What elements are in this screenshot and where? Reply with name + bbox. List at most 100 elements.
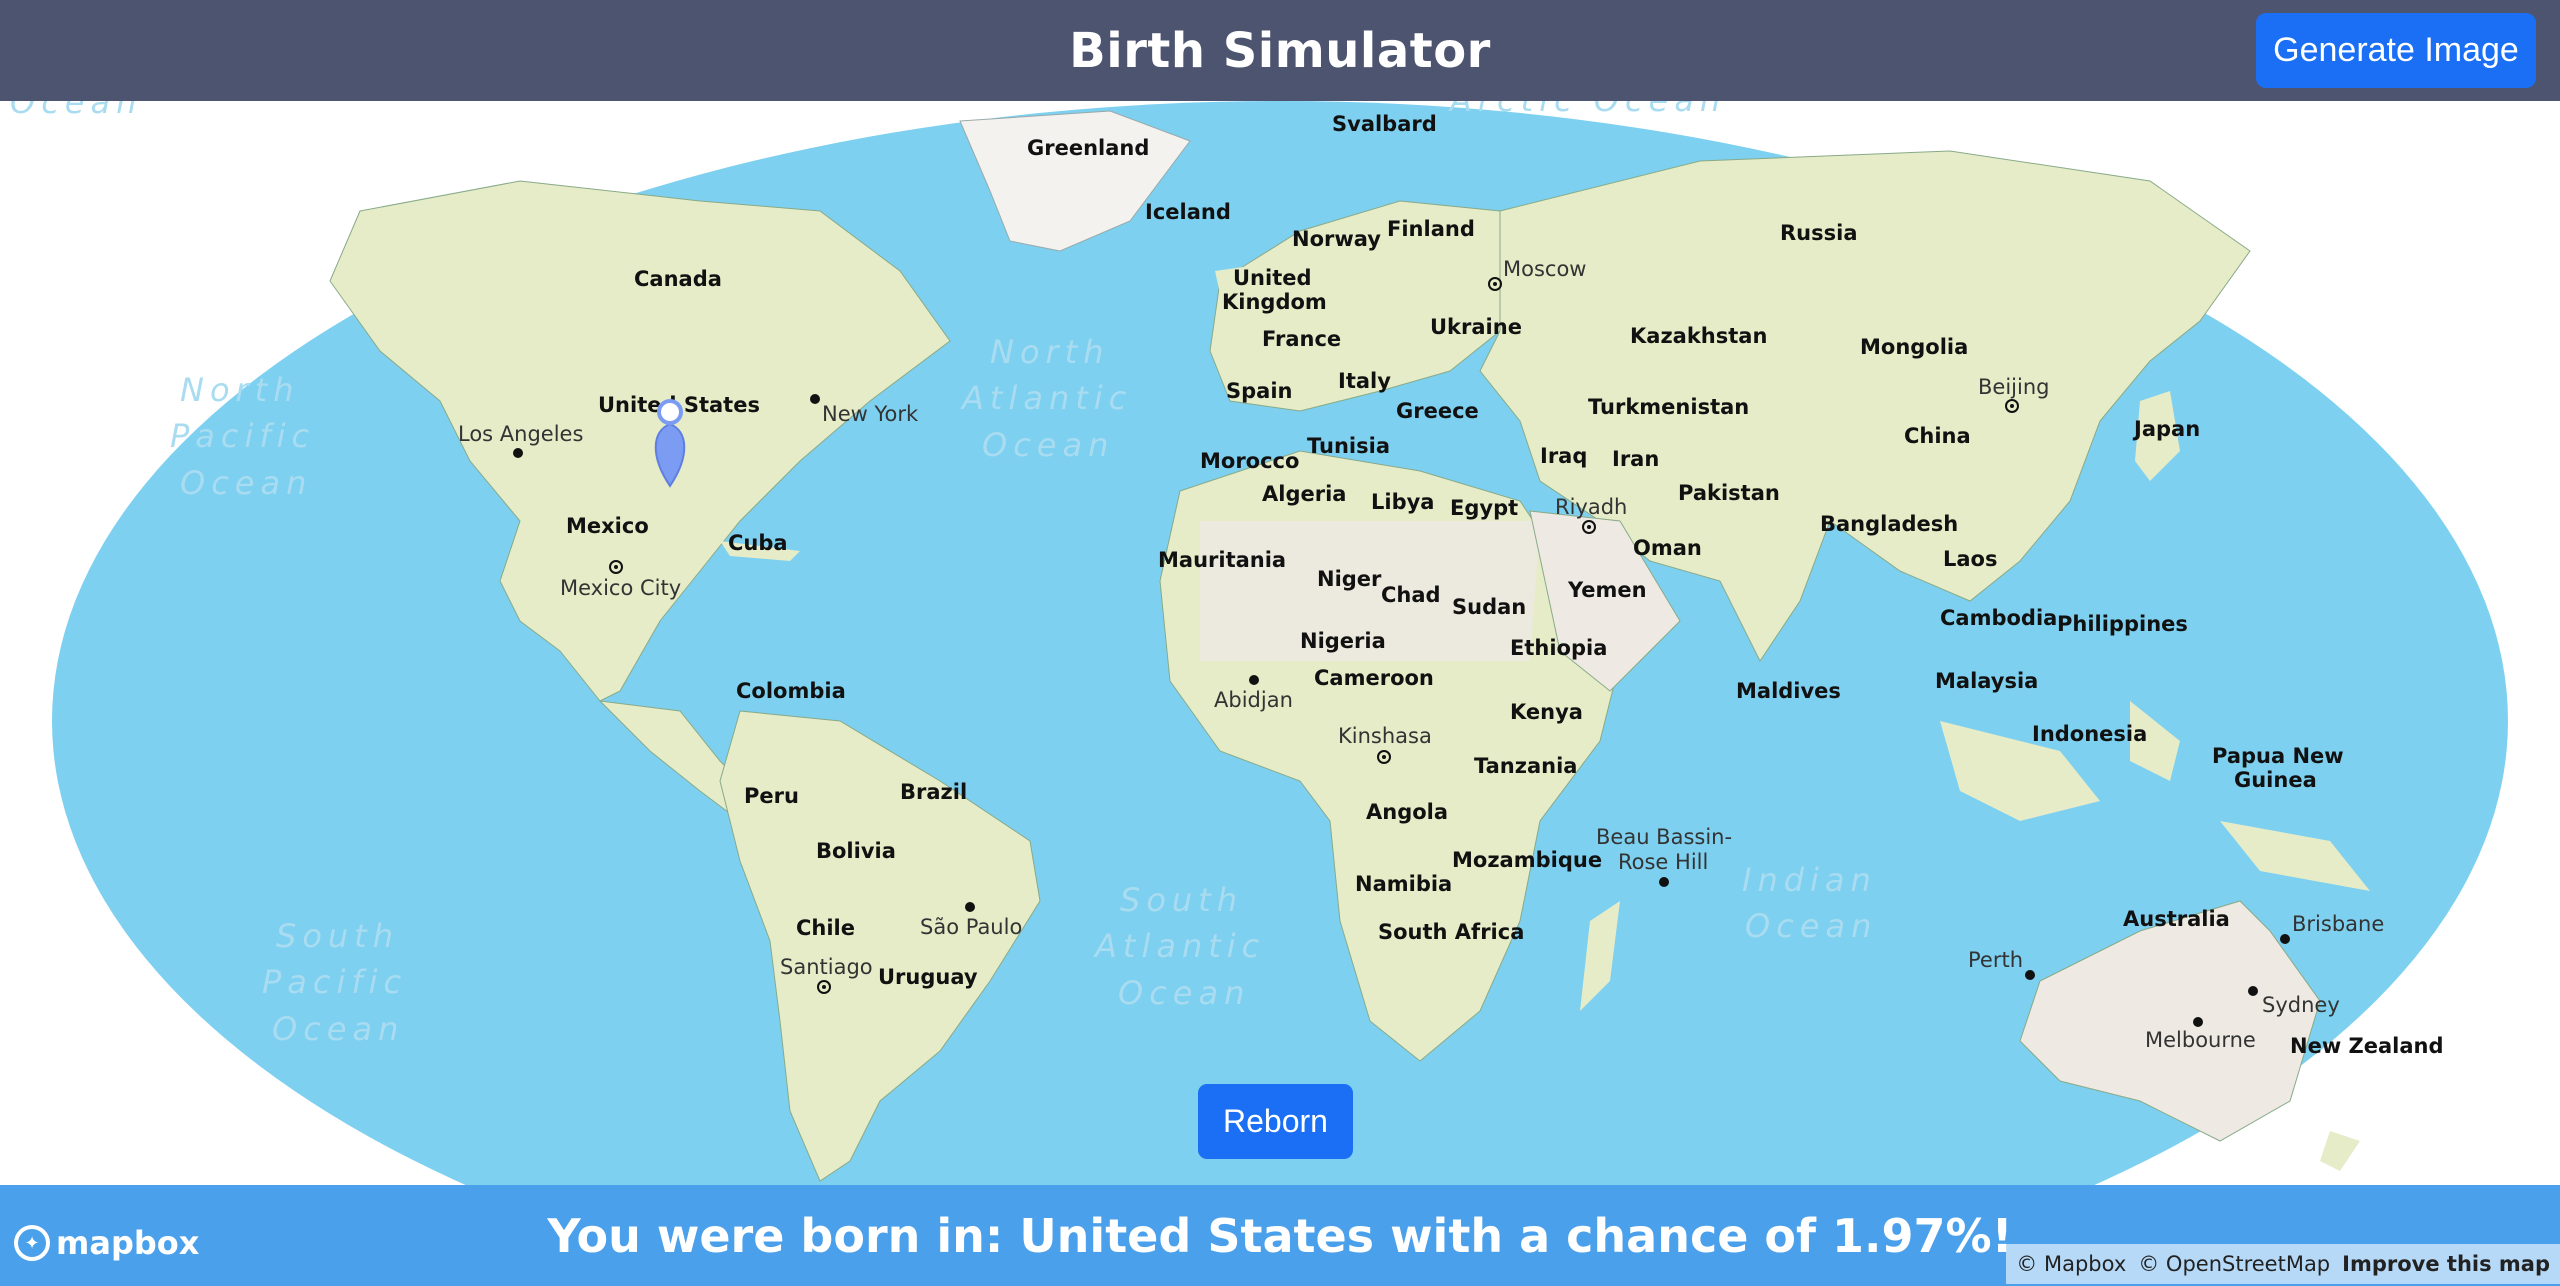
- svg-text:Malaysia: Malaysia: [1935, 669, 2038, 693]
- svg-text:Beijing: Beijing: [1978, 375, 2049, 399]
- svg-text:Mexico City: Mexico City: [560, 576, 681, 600]
- svg-text:Sydney: Sydney: [2262, 993, 2340, 1017]
- svg-text:Ukraine: Ukraine: [1430, 315, 1522, 339]
- svg-text:Ocean: Ocean: [1745, 907, 1877, 945]
- svg-text:Libya: Libya: [1371, 490, 1434, 514]
- svg-text:Brisbane: Brisbane: [2292, 912, 2384, 936]
- result-text: You were born in: United States with a c…: [547, 1208, 2013, 1263]
- ocean-label-arctic: Arctic Ocean: [1448, 101, 1726, 119]
- svg-text:Los Angeles: Los Angeles: [458, 422, 583, 446]
- svg-text:Bangladesh: Bangladesh: [1820, 512, 1958, 536]
- svg-text:United: United: [1233, 266, 1312, 290]
- svg-text:Mongolia: Mongolia: [1860, 335, 1968, 359]
- svg-text:Abidjan: Abidjan: [1214, 688, 1293, 712]
- svg-text:Iraq: Iraq: [1540, 444, 1587, 468]
- svg-text:Kinshasa: Kinshasa: [1338, 724, 1432, 748]
- ocean-label-south-pacific: South: [276, 917, 399, 955]
- svg-text:Mexico: Mexico: [566, 514, 649, 538]
- svg-text:Egypt: Egypt: [1450, 496, 1518, 520]
- svg-text:Ocean: Ocean: [10, 101, 142, 121]
- svg-text:Cambodia: Cambodia: [1940, 606, 2057, 630]
- svg-text:Maldives: Maldives: [1736, 679, 1841, 703]
- svg-text:Greece: Greece: [1396, 399, 1479, 423]
- svg-text:Melbourne: Melbourne: [2145, 1028, 2256, 1052]
- svg-text:France: France: [1262, 327, 1341, 351]
- svg-text:Kazakhstan: Kazakhstan: [1630, 324, 1767, 348]
- svg-text:Santiago: Santiago: [780, 955, 873, 979]
- svg-text:Guinea: Guinea: [2234, 768, 2317, 792]
- svg-text:Moscow: Moscow: [1503, 257, 1586, 281]
- svg-text:Tunisia: Tunisia: [1307, 434, 1390, 458]
- mapbox-icon: ✦: [14, 1225, 50, 1261]
- svg-text:Pacific: Pacific: [262, 963, 407, 1001]
- svg-text:Chad: Chad: [1381, 583, 1441, 607]
- ocean-label-north-atlantic: North: [990, 333, 1110, 371]
- svg-text:Spain: Spain: [1226, 379, 1292, 403]
- improve-map-link[interactable]: Improve this map: [2342, 1252, 2550, 1276]
- svg-text:Ethiopia: Ethiopia: [1510, 636, 1607, 660]
- svg-text:Uruguay: Uruguay: [878, 965, 978, 989]
- svg-text:Cameroon: Cameroon: [1314, 666, 1434, 690]
- svg-text:Greenland: Greenland: [1027, 136, 1149, 160]
- svg-text:Brazil: Brazil: [900, 780, 967, 804]
- svg-text:South Africa: South Africa: [1378, 920, 1524, 944]
- svg-text:Russia: Russia: [1780, 221, 1858, 245]
- svg-text:Iceland: Iceland: [1145, 200, 1231, 224]
- svg-text:Colombia: Colombia: [736, 679, 846, 703]
- svg-text:Namibia: Namibia: [1355, 872, 1452, 896]
- svg-text:Canada: Canada: [634, 267, 722, 291]
- svg-text:Yemen: Yemen: [1567, 578, 1647, 602]
- svg-text:Beau Bassin-: Beau Bassin-: [1596, 825, 1732, 849]
- svg-text:Ocean: Ocean: [1118, 974, 1250, 1012]
- svg-text:Mauritania: Mauritania: [1158, 548, 1286, 572]
- svg-text:Kenya: Kenya: [1510, 700, 1583, 724]
- svg-text:Japan: Japan: [2132, 417, 2200, 441]
- map-attribution: © Mapbox © OpenStreetMap Improve this ma…: [2006, 1244, 2560, 1284]
- svg-text:Oman: Oman: [1633, 536, 1702, 560]
- ocean-label-north-pacific: North: [180, 371, 300, 409]
- svg-text:Turkmenistan: Turkmenistan: [1588, 395, 1749, 419]
- svg-text:Australia: Australia: [2123, 907, 2230, 931]
- svg-text:China: China: [1904, 424, 1971, 448]
- ocean-label-indian: Indian: [1742, 861, 1877, 899]
- svg-text:Atlantic: Atlantic: [960, 379, 1132, 417]
- svg-text:Nigeria: Nigeria: [1300, 629, 1386, 653]
- mapbox-attribution-link[interactable]: © Mapbox: [2016, 1252, 2126, 1276]
- ocean-label-south-atlantic: South: [1120, 881, 1243, 919]
- app-header: Birth Simulator Generate Image: [0, 0, 2560, 102]
- svg-text:New York: New York: [822, 402, 919, 426]
- svg-text:Ocean: Ocean: [982, 426, 1114, 464]
- svg-text:Peru: Peru: [744, 784, 799, 808]
- svg-text:Bolivia: Bolivia: [816, 839, 896, 863]
- svg-text:Niger: Niger: [1317, 567, 1382, 591]
- svg-text:Tanzania: Tanzania: [1474, 754, 1577, 778]
- map-canvas: North Pacific Ocean North Atlantic Ocean…: [10, 101, 2508, 1185]
- svg-text:Philippines: Philippines: [2057, 612, 2188, 636]
- svg-text:Pacific: Pacific: [170, 417, 315, 455]
- reborn-button[interactable]: Reborn: [1198, 1084, 1353, 1159]
- page-title: Birth Simulator: [1069, 22, 1491, 79]
- svg-text:New Zealand: New Zealand: [2290, 1034, 2444, 1058]
- svg-text:Riyadh: Riyadh: [1555, 495, 1627, 519]
- osm-attribution-link[interactable]: © OpenStreetMap: [2138, 1252, 2330, 1276]
- svg-text:Rose Hill: Rose Hill: [1618, 850, 1708, 874]
- svg-text:Pakistan: Pakistan: [1678, 481, 1780, 505]
- svg-text:Algeria: Algeria: [1262, 482, 1346, 506]
- svg-text:Chile: Chile: [796, 916, 855, 940]
- svg-text:Indonesia: Indonesia: [2032, 722, 2147, 746]
- svg-text:Cuba: Cuba: [728, 531, 788, 555]
- svg-text:Kingdom: Kingdom: [1222, 290, 1327, 314]
- svg-text:Angola: Angola: [1366, 800, 1448, 824]
- generate-image-button[interactable]: Generate Image: [2256, 13, 2536, 88]
- svg-text:Morocco: Morocco: [1200, 449, 1299, 473]
- svg-text:Sudan: Sudan: [1452, 595, 1526, 619]
- svg-text:Ocean: Ocean: [272, 1010, 404, 1048]
- svg-text:Mozambique: Mozambique: [1452, 848, 1602, 872]
- svg-text:Norway: Norway: [1292, 227, 1381, 251]
- svg-text:Svalbard: Svalbard: [1332, 112, 1437, 136]
- mapbox-logo[interactable]: ✦ mapbox: [14, 1224, 199, 1262]
- svg-text:Finland: Finland: [1387, 217, 1475, 241]
- world-map[interactable]: North Pacific Ocean North Atlantic Ocean…: [0, 101, 2560, 1185]
- svg-text:São Paulo: São Paulo: [920, 915, 1022, 939]
- svg-text:Atlantic: Atlantic: [1093, 927, 1265, 965]
